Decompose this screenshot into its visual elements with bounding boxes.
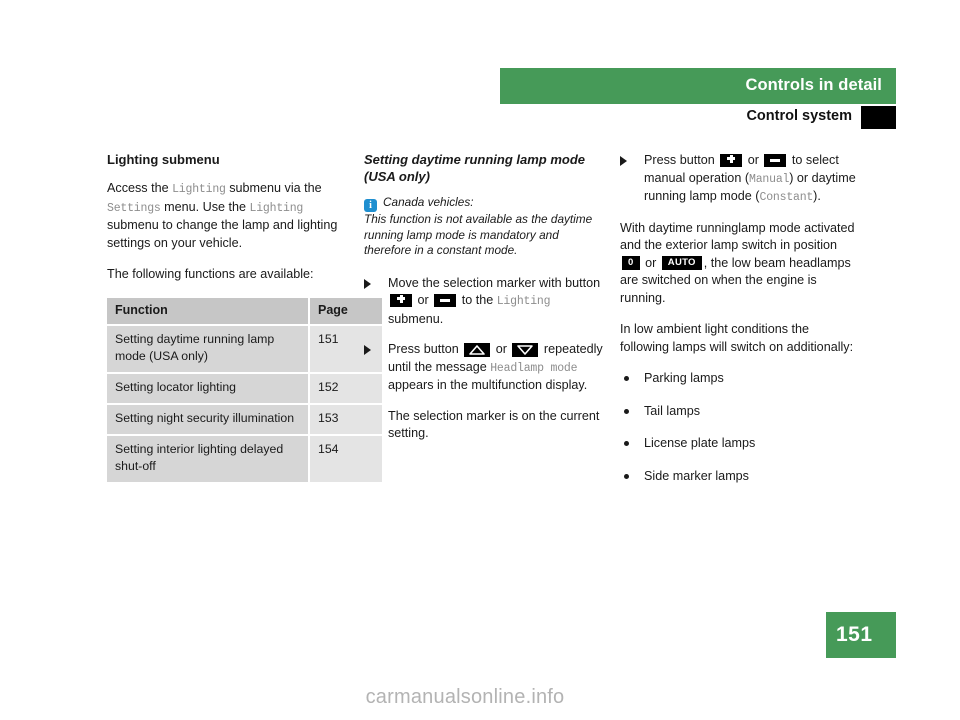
right-step1-or: or: [744, 153, 763, 167]
middle-step2-subnote: The selection marker is on the current s…: [388, 408, 600, 441]
table-header-function: Function: [107, 297, 310, 326]
table-cell-function: Setting interior lighting delayed shut-o…: [107, 434, 310, 482]
note-body: This function is not available as the da…: [364, 212, 593, 257]
middle-column: Setting daytime running lamp mode (USA o…: [364, 152, 604, 456]
middle-step1-text-1: Move the selection marker with button: [388, 275, 601, 290]
left-p1-mono-lighting-1: Lighting: [172, 183, 226, 196]
info-icon: i: [364, 199, 377, 212]
plus-button-icon[interactable]: [390, 294, 412, 308]
lamp-switch-auto-icon[interactable]: AUTO: [661, 256, 702, 271]
up-arrow-button-icon[interactable]: [464, 342, 491, 357]
right-paragraph-2: In low ambient light conditions the foll…: [620, 322, 854, 354]
bullet-dot-icon: [624, 376, 629, 381]
left-p1-text-2: submenu via the: [225, 181, 322, 195]
page-number-block: 151: [826, 612, 896, 658]
step-arrow-icon: [620, 156, 627, 166]
note-label: Canada vehicles:: [383, 195, 474, 209]
step-arrow-icon: [364, 345, 371, 355]
left-paragraph-1: Access the Lighting submenu via the Sett…: [107, 180, 350, 252]
section-title: Control system: [746, 108, 852, 124]
minus-button-icon[interactable]: [764, 154, 787, 168]
left-p1-mono-settings: Settings: [107, 201, 161, 215]
left-paragraph-2: The following functions are available:: [107, 267, 314, 281]
minus-button-icon[interactable]: [434, 294, 457, 308]
right-step1-mono-constant: Constant: [759, 191, 814, 204]
right-step1-text-4: ).: [813, 189, 821, 203]
canada-vehicles-note: i Canada vehicles: This function is not a…: [364, 195, 604, 259]
left-p1-text-3: menu. Use the: [160, 199, 250, 214]
right-step1-mono-manual: Manual: [749, 172, 790, 186]
functions-table: Function Page Setting daytime running la…: [107, 297, 382, 482]
chapter-header-band: Controls in detail: [500, 68, 896, 104]
table-cell-function: Setting locator lighting: [107, 372, 310, 405]
middle-step1-text-3: submenu.: [388, 311, 444, 326]
table-row: Setting interior lighting delayed shut-o…: [107, 434, 382, 482]
lamp-label: Parking lamps: [644, 371, 724, 385]
lamp-label: License plate lamps: [644, 436, 756, 450]
right-step1-text-1: Press button: [644, 153, 719, 167]
right-column: Press button or to select manual operati…: [620, 152, 860, 500]
watermark: carmanualsonline.info: [365, 686, 565, 708]
list-item: License plate lamps: [620, 435, 860, 453]
middle-step1-or-1: or: [414, 293, 433, 307]
middle-step-2: Press button or repeatedly until the mes…: [364, 341, 604, 395]
left-p1-text-1: Access the: [107, 181, 173, 195]
bullet-dot-icon: [624, 408, 629, 414]
left-p1-mono-lighting-2: Lighting: [249, 201, 304, 215]
page-number: 151: [836, 623, 873, 646]
middle-step2-mono-headlamp-mode: Headlamp mode: [490, 361, 578, 375]
bullet-dot-icon: [624, 473, 629, 479]
left-column: Lighting submenu Access the Lighting sub…: [107, 152, 382, 482]
lamp-switch-zero-icon[interactable]: 0: [622, 256, 640, 271]
table-header-row: Function Page: [107, 297, 382, 326]
plus-button-icon[interactable]: [720, 154, 743, 168]
right-p1-text-1: With daytime runninglamp mode activated …: [620, 220, 855, 253]
down-arrow-button-icon[interactable]: [512, 342, 539, 357]
table-cell-function: Setting night security illumination: [107, 403, 310, 436]
middle-step-1: Move the selection marker with button or…: [364, 275, 604, 329]
step-arrow-icon: [364, 278, 371, 289]
table-row: Setting locator lighting 152: [107, 372, 382, 405]
list-item: Side marker lamps: [620, 468, 860, 486]
left-heading: Lighting submenu: [107, 152, 220, 167]
middle-step1-text-2: to the: [458, 293, 497, 307]
section-header-row: Control system: [500, 106, 896, 130]
list-item: Tail lamps: [620, 403, 860, 421]
right-p1-or: or: [641, 255, 660, 270]
lamp-label: Tail lamps: [644, 403, 700, 418]
chapter-title: Controls in detail: [745, 76, 882, 94]
bullet-dot-icon: [624, 441, 629, 446]
middle-step2-text-1: Press button: [388, 342, 463, 356]
table-row: Setting night security illumination 153: [107, 403, 382, 436]
table-cell-function: Setting daytime running lamp mode (USA o…: [107, 324, 310, 374]
table-row: Setting daytime running lamp mode (USA o…: [107, 324, 382, 374]
left-p1-text-4: submenu to change the lamp and lighting …: [107, 218, 338, 250]
lamp-label: Side marker lamps: [644, 468, 749, 483]
middle-step2-text-3: appears in the multifunction display.: [388, 378, 588, 392]
middle-step1-mono-lighting: Lighting: [496, 295, 551, 308]
list-item: Parking lamps: [620, 370, 860, 388]
right-paragraph-1: With daytime runninglamp mode activated …: [620, 220, 860, 308]
middle-step2-or: or: [492, 342, 511, 356]
middle-heading: Setting daytime running lamp mode (USA o…: [364, 152, 586, 184]
section-tab-marker: [861, 106, 896, 129]
right-step-1: Press button or to select manual operati…: [620, 152, 860, 207]
